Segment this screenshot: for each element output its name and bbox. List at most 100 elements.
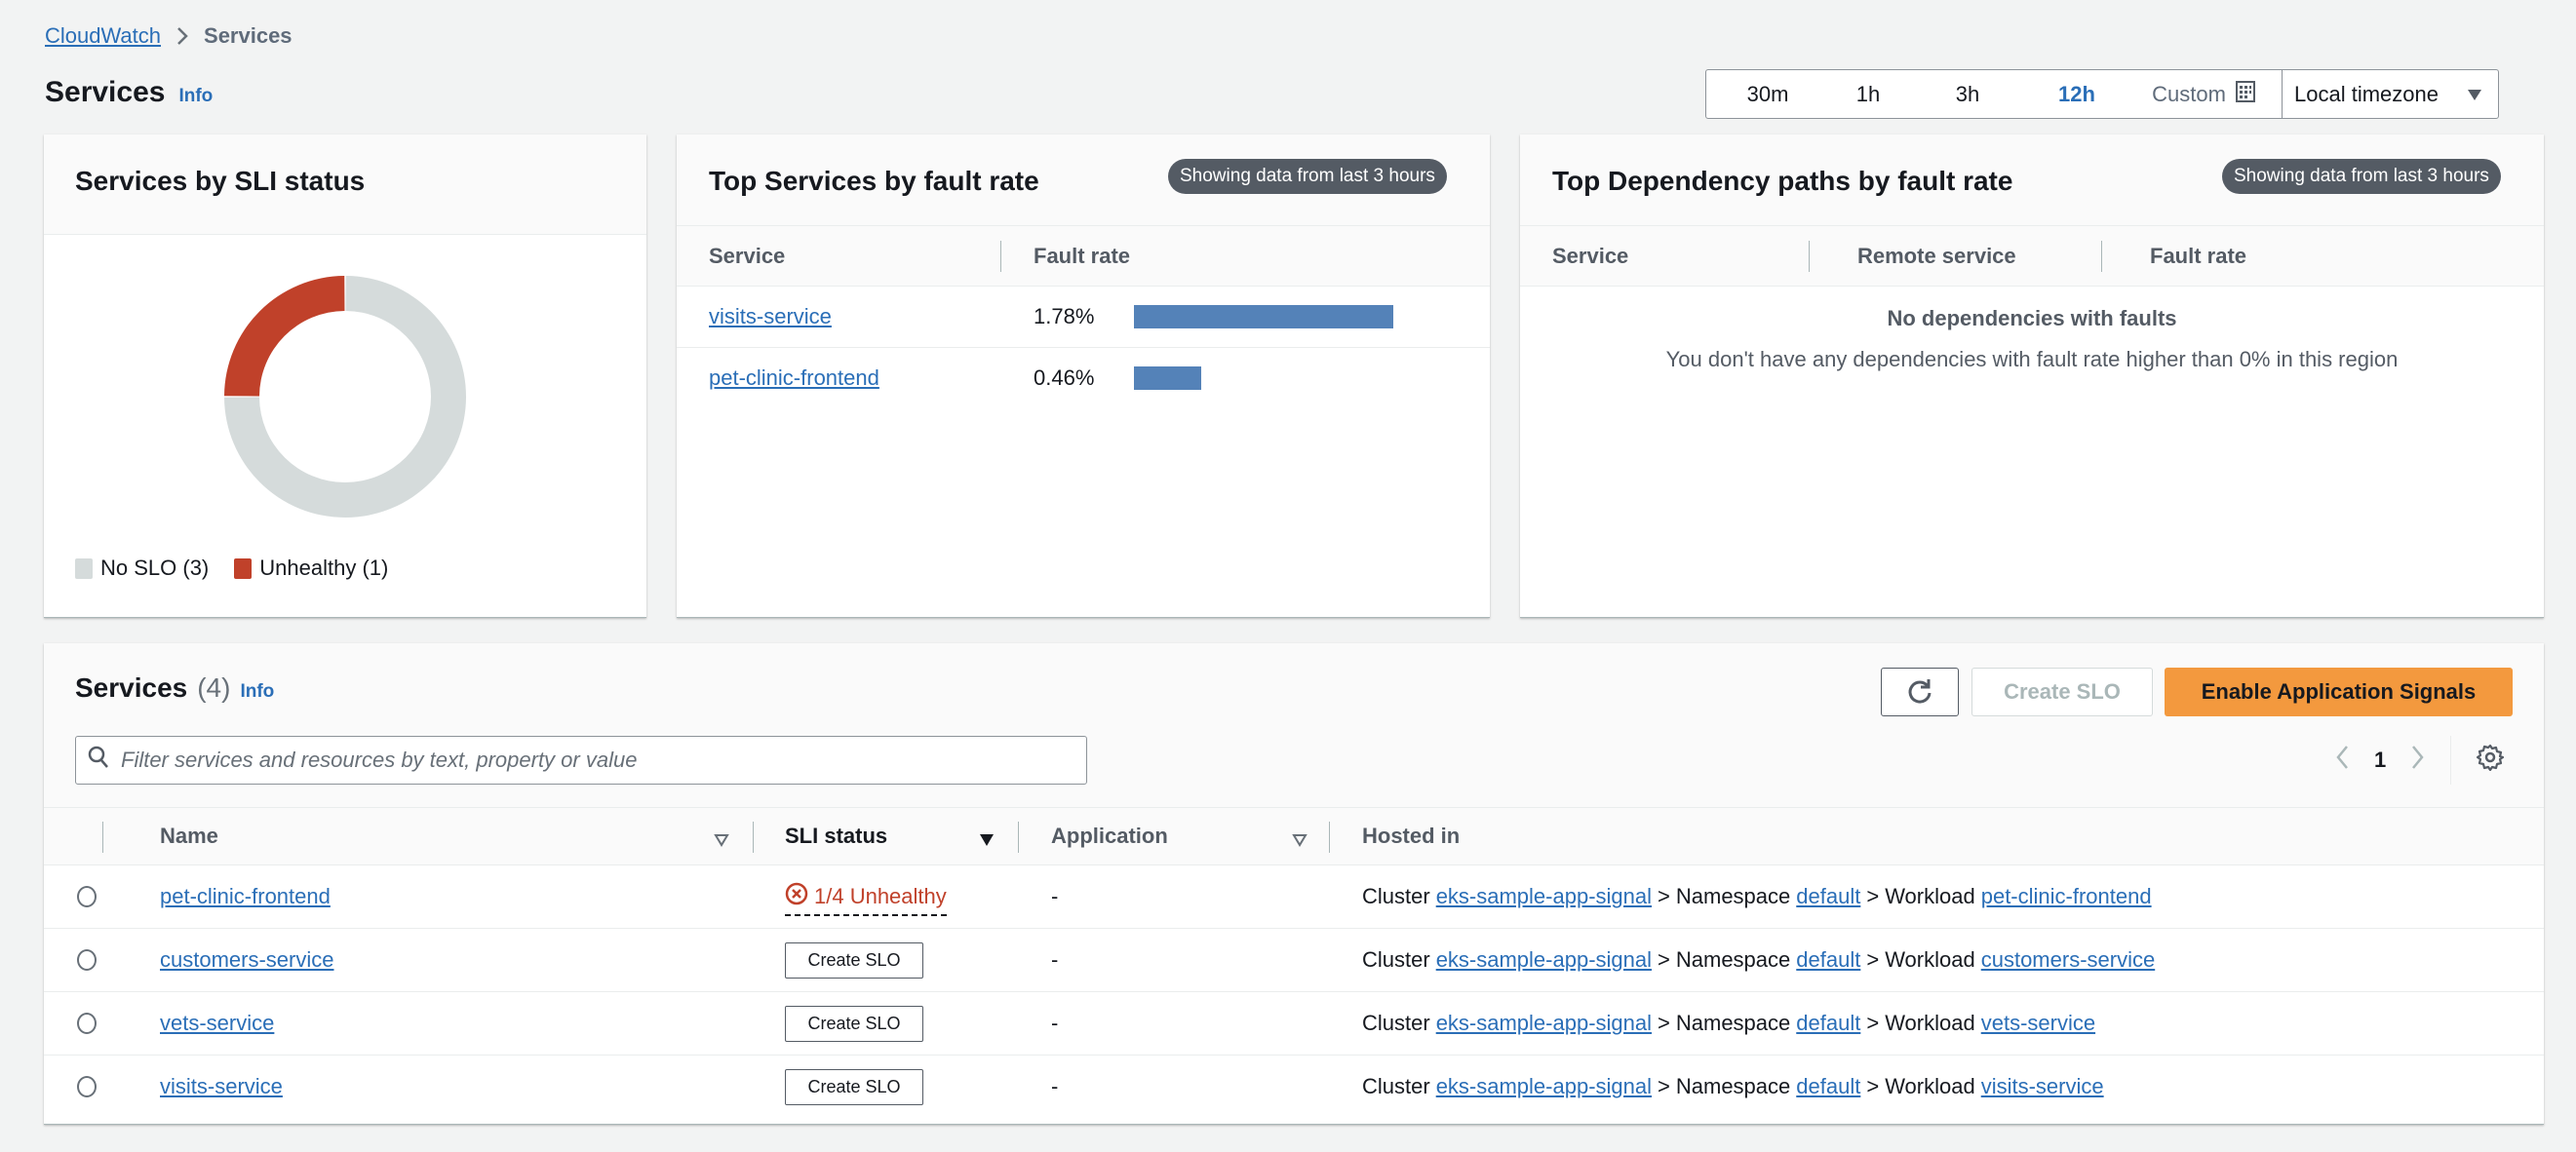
- service-link[interactable]: pet-clinic-frontend: [709, 365, 879, 391]
- fault-rate-bar: [1134, 305, 1393, 328]
- application-value: -: [1051, 1011, 1059, 1035]
- legend-swatch-unhealthy: [234, 557, 253, 579]
- namespace-link[interactable]: default: [1796, 1074, 1860, 1099]
- chevron-right-icon: [175, 25, 190, 47]
- sli-status-unhealthy[interactable]: 1/4 Unhealthy: [785, 882, 947, 916]
- namespace-label: Namespace: [1675, 947, 1791, 972]
- page-info-link[interactable]: Info: [178, 86, 213, 107]
- namespace-label: Namespace: [1675, 1011, 1791, 1035]
- search-icon: [88, 746, 109, 775]
- top-services-time-badge: Showing data from last 3 hours: [1168, 159, 1447, 194]
- column-divider: [1809, 240, 1810, 272]
- sort-active-icon[interactable]: [979, 827, 995, 853]
- cluster-link[interactable]: eks-sample-app-signal: [1436, 947, 1652, 973]
- hosted-in: Cluster eks-sample-app-signal > Namespac…: [1362, 1074, 2104, 1099]
- dependency-table-header: Service Remote service Fault rate: [1520, 226, 2544, 287]
- dependency-card-title: Top Dependency paths by fault rate: [1552, 166, 2013, 196]
- separator: >: [1866, 1011, 1880, 1035]
- table-row: vets-service Create SLO - Cluster eks-sa…: [44, 992, 2544, 1056]
- legend-item-no-slo: No SLO (3): [75, 556, 209, 581]
- breadcrumb-cloudwatch-link[interactable]: CloudWatch: [45, 23, 161, 49]
- refresh-button[interactable]: [1881, 668, 1959, 716]
- fault-rate-value: 0.46%: [1034, 365, 1095, 390]
- th-name[interactable]: Name: [160, 824, 218, 849]
- namespace-link[interactable]: default: [1796, 947, 1860, 973]
- th-application[interactable]: Application: [1051, 824, 1168, 849]
- workload-link[interactable]: pet-clinic-frontend: [1981, 884, 2152, 909]
- th-hosted-in: Hosted in: [1362, 824, 1461, 848]
- service-name-link[interactable]: customers-service: [160, 947, 333, 973]
- row-select-radio[interactable]: [77, 949, 97, 971]
- cluster-label: Cluster: [1362, 947, 1430, 972]
- cluster-link[interactable]: eks-sample-app-signal: [1436, 1011, 1652, 1036]
- cluster-label: Cluster: [1362, 1011, 1430, 1035]
- fault-rate-value: 1.78%: [1034, 304, 1095, 328]
- sort-icon[interactable]: [714, 827, 729, 853]
- service-name-link[interactable]: pet-clinic-frontend: [160, 884, 331, 909]
- pagination: 1: [2335, 736, 2505, 785]
- cluster-link[interactable]: eks-sample-app-signal: [1436, 884, 1652, 909]
- namespace-label: Namespace: [1675, 1074, 1791, 1098]
- donut-slice-unhealthy[interactable]: [224, 276, 345, 397]
- service-name-link[interactable]: vets-service: [160, 1011, 274, 1036]
- column-divider: [1018, 822, 1019, 853]
- namespace-link[interactable]: default: [1796, 1011, 1860, 1036]
- workload-label: Workload: [1885, 1011, 1975, 1035]
- th-service: Service: [1552, 243, 1629, 268]
- column-divider: [1329, 822, 1330, 853]
- workload-label: Workload: [1885, 947, 1975, 972]
- time-range-3h[interactable]: 3h: [1907, 70, 2028, 118]
- separator: >: [1866, 1074, 1880, 1098]
- row-select-radio[interactable]: [77, 1076, 97, 1097]
- page-header: Services Info: [45, 76, 213, 109]
- services-info-link[interactable]: Info: [240, 681, 274, 703]
- cluster-label: Cluster: [1362, 1074, 1430, 1098]
- column-divider: [2101, 240, 2102, 272]
- namespace-link[interactable]: default: [1796, 884, 1860, 909]
- service-link[interactable]: visits-service: [709, 304, 832, 329]
- sli-donut-chart: [222, 274, 468, 519]
- settings-gear-icon[interactable]: [2477, 744, 2505, 777]
- next-page-icon[interactable]: [2411, 745, 2425, 776]
- workload-link[interactable]: customers-service: [1981, 947, 2155, 973]
- enable-application-signals-button[interactable]: Enable Application Signals: [2165, 668, 2513, 716]
- time-range-custom[interactable]: Custom: [2126, 70, 2282, 118]
- dependency-time-badge: Showing data from last 3 hours: [2222, 159, 2501, 194]
- filter-input[interactable]: [121, 748, 1057, 773]
- error-circle-icon: [785, 882, 808, 911]
- workload-link[interactable]: visits-service: [1981, 1074, 2104, 1099]
- top-services-rows: visits-service 1.78% pet-clinic-frontend…: [677, 287, 1490, 409]
- column-divider: [1000, 240, 1001, 272]
- separator: >: [1866, 947, 1880, 972]
- table-row: customers-service Create SLO - Cluster e…: [44, 929, 2544, 992]
- workload-link[interactable]: vets-service: [1981, 1011, 2095, 1036]
- create-slo-row-button[interactable]: Create SLO: [785, 1006, 923, 1042]
- time-range-12h[interactable]: 12h: [2028, 70, 2126, 118]
- previous-page-icon[interactable]: [2335, 745, 2349, 776]
- row-select-radio[interactable]: [77, 886, 97, 907]
- calendar-icon: [2235, 80, 2255, 108]
- timezone-value: Local timezone: [2294, 81, 2439, 106]
- application-value: -: [1051, 884, 1059, 908]
- cluster-link[interactable]: eks-sample-app-signal: [1436, 1074, 1652, 1099]
- th-sli-status[interactable]: SLI status: [785, 824, 887, 849]
- dependency-card-header: Top Dependency paths by fault rate Showi…: [1520, 134, 2544, 226]
- table-row: pet-clinic-frontend 1/4 Unhealthy - Clus…: [44, 865, 2544, 929]
- current-page[interactable]: 1: [2374, 748, 2386, 773]
- breadcrumb-current: Services: [204, 23, 293, 48]
- create-slo-row-button[interactable]: Create SLO: [785, 1069, 923, 1105]
- separator: >: [1658, 1074, 1670, 1098]
- time-range-30m[interactable]: 30m: [1706, 70, 1829, 118]
- filter-field[interactable]: [75, 736, 1087, 785]
- timezone-select[interactable]: Local timezone: [2282, 70, 2498, 118]
- sort-icon[interactable]: [1292, 827, 1308, 853]
- caret-down-icon: [2467, 82, 2482, 107]
- sli-card-header: Services by SLI status: [44, 134, 646, 235]
- pager-divider: [2450, 736, 2452, 785]
- create-slo-row-button[interactable]: Create SLO: [785, 942, 923, 979]
- application-value: -: [1051, 947, 1059, 972]
- create-slo-button[interactable]: Create SLO: [1971, 668, 2153, 716]
- service-name-link[interactable]: visits-service: [160, 1074, 283, 1099]
- time-range-1h[interactable]: 1h: [1829, 70, 1907, 118]
- row-select-radio[interactable]: [77, 1013, 97, 1034]
